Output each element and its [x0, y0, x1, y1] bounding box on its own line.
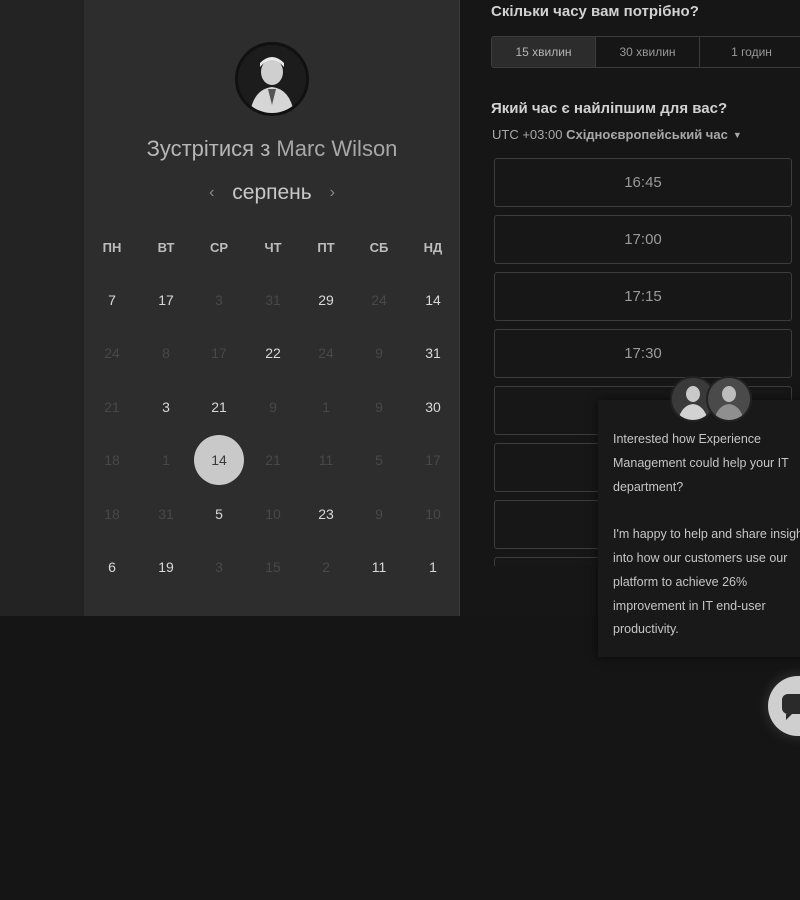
- month-label: серпень: [232, 181, 312, 204]
- chat-bubble-icon: [782, 694, 800, 720]
- calendar-card: Зустрітися з Marc Wilson ‹ серпень › ПН В…: [84, 0, 460, 616]
- calendar-day: 11: [318, 452, 334, 468]
- chat-agent-avatars: [670, 376, 754, 424]
- time-question: Який час є найліпшим для вас?: [491, 100, 728, 117]
- weekday-label: ПН: [102, 240, 122, 255]
- calendar-day[interactable]: 30: [408, 382, 458, 432]
- caret-down-icon: ▼: [732, 130, 742, 140]
- calendar-day: 21: [104, 399, 120, 415]
- time-slot-button[interactable]: 17:30: [494, 329, 792, 378]
- calendar-day[interactable]: 11: [354, 542, 404, 592]
- weekday-label: ПТ: [317, 240, 335, 255]
- calendar-day: 9: [269, 399, 277, 415]
- time-slot-button[interactable]: 16:45: [494, 158, 792, 207]
- calendar-day: 5: [375, 452, 383, 468]
- meeting-title: Зустрітися з Marc Wilson: [84, 136, 460, 162]
- calendar-day[interactable]: 29: [301, 275, 351, 325]
- chat-popup[interactable]: Interested how Experience Management cou…: [598, 400, 800, 657]
- calendar-day: 1: [162, 452, 170, 468]
- calendar-day: 31: [158, 506, 174, 522]
- duration-selector: 15 хвилин 30 хвилин 1 годин: [491, 36, 800, 68]
- calendar-day: 2: [322, 559, 330, 575]
- timezone-name: Східноєвропейський час: [566, 127, 728, 142]
- calendar-day: 18: [104, 452, 120, 468]
- calendar-day: 8: [162, 345, 170, 361]
- meet-prefix: Зустрітися з: [146, 136, 271, 161]
- person-photo-icon: [708, 378, 750, 420]
- calendar-day: 3: [215, 292, 223, 308]
- calendar-day: 24: [371, 292, 387, 308]
- calendar-day: 17: [211, 345, 227, 361]
- calendar-day: 31: [265, 292, 281, 308]
- weekday-header: ПН ВТ СР ЧТ ПТ СБ НД: [84, 240, 460, 260]
- calendar-day: 15: [265, 559, 281, 575]
- agent-avatar-2: [706, 376, 752, 422]
- month-navigation: ‹ серпень ›: [84, 181, 460, 205]
- chevron-right-icon[interactable]: ›: [318, 184, 347, 202]
- weekday-label: СР: [209, 240, 229, 255]
- calendar-day-selected[interactable]: 14: [194, 435, 244, 485]
- page: Зустрітися з Marc Wilson ‹ серпень › ПН В…: [0, 0, 800, 900]
- calendar-day: 18: [104, 506, 120, 522]
- calendar-day[interactable]: 6: [87, 542, 137, 592]
- duration-question: Скільки часу вам потрібно?: [491, 3, 699, 20]
- calendar-day[interactable]: 21: [194, 382, 244, 432]
- calendar-day[interactable]: 7: [87, 275, 137, 325]
- calendar-day: 9: [375, 345, 383, 361]
- duration-option[interactable]: 1 годин: [700, 37, 800, 67]
- weekday-label: СБ: [369, 240, 389, 255]
- calendar-day[interactable]: 19: [141, 542, 191, 592]
- calendar-day[interactable]: 31: [408, 328, 458, 378]
- host-name: Marc Wilson: [276, 136, 398, 161]
- calendar-grid: 7 17 3 31 29 24 14 24 8 17 22 24 9 31 21 3 21 9 1 9 30 18 1 14 2…: [84, 280, 460, 600]
- backdrop-bottom: [0, 616, 800, 900]
- weekday-label: ЧТ: [264, 240, 282, 255]
- calendar-day: 10: [425, 506, 441, 522]
- time-slot-button[interactable]: 17:00: [494, 215, 792, 264]
- calendar-day: 21: [265, 452, 281, 468]
- calendar-day[interactable]: 23: [301, 489, 351, 539]
- calendar-day: 3: [215, 559, 223, 575]
- chevron-left-icon[interactable]: ‹: [197, 184, 226, 202]
- timezone-selector[interactable]: UTC +03:00 Східноєвропейський час ▼: [492, 127, 742, 142]
- timezone-offset: UTC +03:00: [492, 127, 563, 142]
- calendar-day: 24: [104, 345, 120, 361]
- calendar-day[interactable]: 3: [141, 382, 191, 432]
- weekday-label: НД: [423, 240, 443, 255]
- weekday-label: ВТ: [157, 240, 175, 255]
- calendar-day: 9: [375, 506, 383, 522]
- calendar-day: 10: [265, 506, 281, 522]
- time-slot-button[interactable]: 17:15: [494, 272, 792, 321]
- calendar-day[interactable]: 17: [141, 275, 191, 325]
- calendar-day[interactable]: 22: [248, 328, 298, 378]
- calendar-day[interactable]: 1: [408, 542, 458, 592]
- duration-option[interactable]: 15 хвилин: [492, 37, 596, 67]
- chat-message: Interested how Experience Management cou…: [613, 432, 800, 637]
- calendar-day[interactable]: 14: [408, 275, 458, 325]
- calendar-day: 24: [318, 345, 334, 361]
- calendar-day[interactable]: 5: [194, 489, 244, 539]
- calendar-day: 9: [375, 399, 383, 415]
- person-photo-icon: [238, 45, 306, 113]
- duration-option[interactable]: 30 хвилин: [596, 37, 700, 67]
- calendar-day: 17: [425, 452, 441, 468]
- host-avatar: [235, 42, 309, 116]
- calendar-day: 1: [322, 399, 330, 415]
